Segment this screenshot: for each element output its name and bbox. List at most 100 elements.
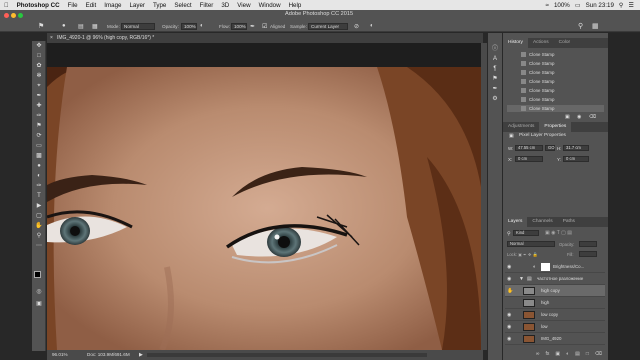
layer-opacity-field[interactable] bbox=[579, 241, 597, 247]
new-layer-icon[interactable]: □ bbox=[586, 349, 589, 360]
minimize-window-button[interactable] bbox=[11, 13, 16, 18]
clone-stamp-icon[interactable]: ⚑ bbox=[34, 122, 44, 131]
clone-source-panel-icon[interactable]: ⚑ bbox=[490, 75, 500, 84]
layer-row[interactable]: ◉ low bbox=[505, 321, 605, 333]
apple-icon[interactable]:  bbox=[0, 2, 13, 9]
pen-tool-icon[interactable]: ✑ bbox=[34, 182, 44, 191]
history-item[interactable]: Clone Stamp bbox=[507, 87, 604, 94]
clone-source-icon[interactable]: ▦ bbox=[92, 23, 98, 30]
history-item[interactable]: Clone Stamp bbox=[507, 51, 604, 58]
link-layers-icon[interactable]: ∞ bbox=[536, 349, 540, 360]
brush-preset-icon[interactable]: ● bbox=[62, 23, 66, 29]
tab-properties[interactable]: Properties bbox=[539, 122, 572, 132]
close-window-button[interactable] bbox=[4, 13, 9, 18]
tab-paths[interactable]: Paths bbox=[558, 217, 580, 227]
quick-mask-icon[interactable]: ◎ bbox=[34, 288, 44, 297]
new-group-icon[interactable]: ▤ bbox=[575, 349, 580, 360]
healing-brush-tool-icon[interactable]: ✚ bbox=[34, 102, 44, 111]
history-item[interactable]: Clone Stamp bbox=[507, 69, 604, 76]
adjustment-icon[interactable]: ◐ bbox=[566, 349, 569, 360]
delete-layer-icon[interactable]: ⌫ bbox=[595, 349, 602, 360]
blend-mode-select[interactable]: Normal bbox=[507, 241, 555, 247]
document-tab[interactable]: × IMG_4920-1 @ 96% (high copy, RGB/16*) … bbox=[47, 33, 483, 43]
mode-select[interactable]: Normal bbox=[121, 23, 155, 30]
lasso-tool-icon[interactable]: ✿ bbox=[34, 62, 44, 71]
clone-stamp-tool-icon[interactable]: ⚑ bbox=[38, 22, 44, 30]
tab-adjustments[interactable]: Adjustments bbox=[503, 122, 539, 132]
info-icon[interactable]: ⓘ bbox=[490, 45, 500, 54]
menu-help[interactable]: Help bbox=[285, 2, 306, 9]
zoom-window-button[interactable] bbox=[18, 13, 23, 18]
menu-app[interactable]: Photoshop CC bbox=[13, 2, 64, 9]
tab-channels[interactable]: Channels bbox=[527, 217, 557, 227]
tab-actions[interactable]: Actions bbox=[528, 38, 554, 48]
menu-type[interactable]: Type bbox=[149, 2, 170, 9]
visibility-eye-icon[interactable]: ◉ bbox=[507, 333, 511, 345]
filter-kind-icon[interactable]: ⚲ bbox=[507, 231, 511, 237]
layer-style-icon[interactable]: fx bbox=[546, 349, 550, 360]
type-tool-icon[interactable]: T bbox=[34, 192, 44, 201]
width-field[interactable]: 47.55 cm bbox=[515, 145, 543, 151]
tab-color[interactable]: Color bbox=[554, 38, 575, 48]
history-brush-icon[interactable]: ⟳ bbox=[34, 132, 44, 141]
menu-select[interactable]: Select bbox=[170, 2, 195, 9]
status-zoom[interactable]: 96.01% bbox=[52, 350, 68, 360]
add-mask-icon[interactable]: ▣ bbox=[555, 349, 560, 360]
new-snapshot-icon[interactable]: ▣ bbox=[565, 114, 570, 120]
menu-filter[interactable]: Filter bbox=[196, 2, 218, 9]
visibility-eye-icon[interactable]: ✋ bbox=[507, 285, 513, 297]
camera-icon[interactable]: ◉ bbox=[577, 114, 581, 120]
height-field[interactable]: 31.7 cm bbox=[563, 145, 589, 151]
shape-tool-icon[interactable]: ▢ bbox=[34, 212, 44, 221]
blur-tool-icon[interactable]: ● bbox=[34, 162, 44, 171]
layer-row[interactable]: ◉ low copy bbox=[505, 309, 605, 321]
group-expand-icon[interactable]: ▼ bbox=[519, 273, 524, 285]
canvas-vertical-scrollbar[interactable] bbox=[481, 43, 487, 350]
layer-kind-select[interactable]: Kind bbox=[513, 230, 539, 236]
tab-layers[interactable]: Layers bbox=[503, 217, 528, 227]
menu-image[interactable]: Image bbox=[100, 2, 125, 9]
hand-tool-icon[interactable]: ✋ bbox=[34, 222, 44, 231]
history-item[interactable]: Clone Stamp bbox=[507, 78, 604, 85]
visibility-eye-icon[interactable]: ◉ bbox=[507, 261, 511, 273]
tab-history[interactable]: History bbox=[503, 38, 528, 48]
character-icon[interactable]: A bbox=[490, 55, 500, 64]
tool-presets-icon[interactable]: ⚙ bbox=[490, 95, 500, 104]
pressure-opacity-icon[interactable]: ◐ bbox=[200, 23, 204, 29]
layer-group-row[interactable]: ◉ ▼ ▤ частотное разложение bbox=[505, 273, 605, 285]
opacity-field[interactable]: 100% bbox=[181, 23, 197, 30]
layer-fill-field[interactable] bbox=[579, 251, 597, 257]
layer-row[interactable]: high bbox=[505, 297, 605, 309]
brush-panel-dock-icon[interactable]: ✒ bbox=[490, 85, 500, 94]
wifi-icon[interactable]: ≈ bbox=[546, 2, 549, 9]
pressure-size-icon[interactable]: ◐ bbox=[370, 23, 374, 29]
marquee-tool-icon[interactable]: □ bbox=[34, 52, 44, 61]
notification-icon[interactable]: ☰ bbox=[628, 2, 634, 9]
canvas-horizontal-scrollbar[interactable] bbox=[147, 353, 427, 357]
brush-tool-icon[interactable]: ✑ bbox=[34, 112, 44, 121]
flow-field[interactable]: 100% bbox=[231, 23, 247, 30]
visibility-eye-icon[interactable]: ◉ bbox=[507, 309, 511, 321]
clock[interactable]: Sun 23:19 bbox=[586, 2, 614, 9]
aligned-checkbox[interactable]: ☑ bbox=[262, 23, 267, 30]
menu-window[interactable]: Window bbox=[255, 2, 285, 9]
ignore-adjustment-icon[interactable]: ⊘ bbox=[354, 23, 359, 30]
eyedropper-tool-icon[interactable]: ✒ bbox=[34, 92, 44, 101]
airbrush-icon[interactable]: ✒ bbox=[250, 23, 255, 30]
visibility-eye-icon[interactable]: ◉ bbox=[507, 321, 511, 333]
sample-select[interactable]: Current Layer bbox=[308, 23, 348, 30]
foreground-color-swatch[interactable] bbox=[34, 271, 41, 278]
menu-layer[interactable]: Layer bbox=[125, 2, 148, 9]
eraser-tool-icon[interactable]: ▭ bbox=[34, 142, 44, 151]
menu-3d[interactable]: 3D bbox=[217, 2, 233, 9]
paragraph-icon[interactable]: ¶ bbox=[490, 65, 500, 74]
visibility-eye-icon[interactable]: ◉ bbox=[507, 273, 511, 285]
history-item[interactable]: Clone Stamp bbox=[507, 60, 604, 67]
menu-file[interactable]: File bbox=[64, 2, 82, 9]
workspace-icon[interactable]: ▦ bbox=[592, 22, 599, 30]
layer-row-selected[interactable]: ✋ high copy bbox=[505, 285, 605, 297]
menu-view[interactable]: View bbox=[233, 2, 254, 9]
layer-filter-icons[interactable]: ▣ ◉ T ▢ ▤ bbox=[545, 230, 572, 236]
more-tools-icon[interactable]: ⋯ bbox=[34, 242, 44, 251]
lock-icons[interactable]: Lock: ▣ ✒ ✥ 🔒 bbox=[507, 252, 538, 258]
